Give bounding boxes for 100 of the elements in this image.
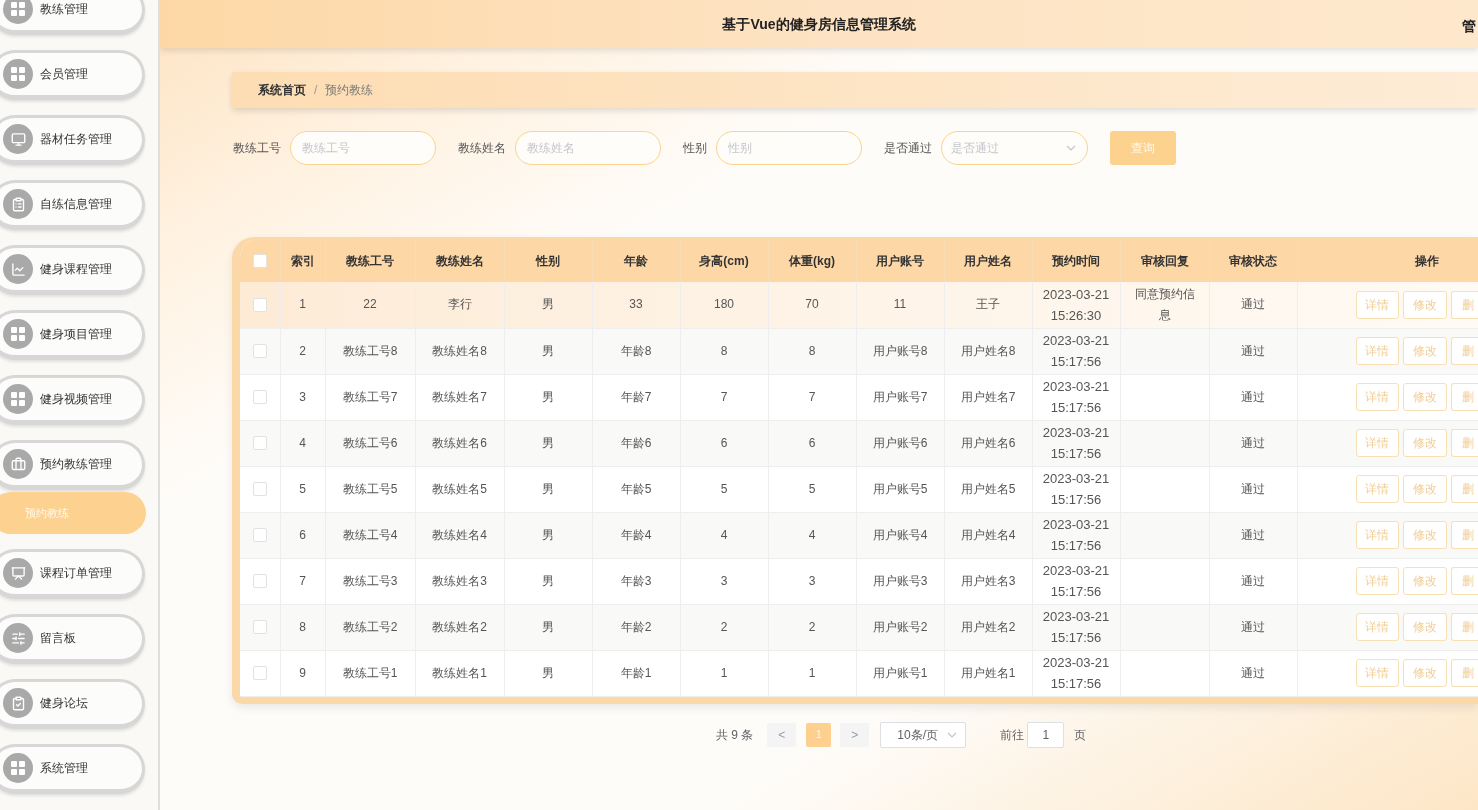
table-cell: 3 [768, 558, 856, 604]
sidebar-item[interactable]: 系统管理 [0, 744, 145, 794]
checkbox[interactable] [252, 390, 267, 404]
table-cell: 1 [280, 282, 325, 328]
action-button[interactable]: 详情 [1355, 475, 1400, 503]
action-button[interactable]: 删 [1451, 337, 1478, 365]
table-cell: 180 [680, 282, 768, 328]
sidebar-item[interactable]: 健身课程管理 [0, 245, 145, 295]
table-cell: 用户姓名8 [944, 328, 1032, 374]
action-button[interactable]: 修改 [1403, 521, 1448, 549]
checkbox[interactable] [252, 574, 267, 588]
table-cell: 教练姓名7 [415, 374, 504, 420]
field-label: 是否通过 [884, 140, 932, 157]
action-button[interactable]: 详情 [1355, 613, 1400, 641]
action-button[interactable]: 修改 [1403, 613, 1448, 641]
checkbox[interactable] [252, 528, 267, 542]
query-button[interactable]: 查询 [1110, 131, 1176, 165]
table-cell: 同意预约信息 [1120, 282, 1209, 328]
table-cell: 教练工号4 [325, 512, 415, 558]
table-cell: 通过 [1209, 420, 1297, 466]
action-button[interactable]: 详情 [1355, 383, 1400, 411]
account-label: 管 [1462, 17, 1476, 36]
table-cell: 5 [280, 466, 325, 512]
sidebar-item[interactable]: 预约教练管理 [0, 440, 145, 490]
breadcrumb-link[interactable]: 系统首页 [258, 81, 306, 99]
sliders-icon [3, 623, 33, 653]
action-button[interactable]: 修改 [1403, 337, 1448, 365]
chart-icon [3, 254, 33, 284]
chevron-down-icon [1066, 145, 1076, 151]
table-cell: 教练姓名5 [415, 466, 504, 512]
table-cell: 通过 [1209, 282, 1297, 328]
checkbox[interactable] [252, 344, 267, 358]
monitor-icon [3, 124, 33, 154]
table-cell: 教练工号5 [325, 466, 415, 512]
page-button[interactable]: 1 [806, 722, 832, 747]
action-button[interactable]: 修改 [1403, 567, 1448, 595]
action-button[interactable]: 删 [1451, 659, 1478, 687]
column-header: 性别 [504, 240, 592, 282]
table-cell: 2023-03-21 15:26:30 [1032, 282, 1120, 328]
table-cell: 用户姓名7 [944, 374, 1032, 420]
action-button[interactable]: 修改 [1403, 429, 1448, 457]
goto-label: 前往 [1000, 726, 1025, 744]
table-cell: 7 [768, 374, 856, 420]
action-button[interactable]: 详情 [1355, 290, 1400, 319]
table-cell: 11 [856, 282, 944, 328]
action-button[interactable]: 删 [1451, 429, 1478, 457]
checkbox[interactable] [252, 482, 267, 496]
page-input[interactable]: 1 [1027, 721, 1065, 748]
action-button[interactable]: 删 [1451, 567, 1478, 595]
sidebar-subitem[interactable]: 预约教练 [0, 492, 146, 534]
table-cell: 年龄4 [592, 512, 680, 558]
action-button[interactable]: 删 [1451, 475, 1478, 503]
table-cell: 5 [680, 466, 768, 512]
sidebar-item[interactable]: 自练信息管理 [0, 180, 145, 230]
table-cell: 9 [280, 650, 325, 696]
table-cell: 教练姓名4 [415, 512, 504, 558]
table-cell: 李行 [415, 282, 504, 328]
action-button[interactable]: 详情 [1355, 521, 1400, 549]
action-button[interactable]: 删 [1451, 521, 1478, 549]
table-cell: 年龄5 [592, 466, 680, 512]
action-button[interactable]: 删 [1451, 290, 1478, 319]
sidebar-item[interactable]: 健身项目管理 [0, 310, 145, 360]
checkbox[interactable] [252, 666, 267, 680]
action-button[interactable]: 修改 [1403, 475, 1448, 503]
table-cell: 教练姓名3 [415, 558, 504, 604]
sidebar-item[interactable]: 教练管理 [0, 0, 145, 35]
table-cell: 2 [768, 604, 856, 650]
table-cell: 通过 [1209, 328, 1297, 374]
action-button[interactable]: 删 [1451, 383, 1478, 411]
table-cell: 通过 [1209, 650, 1297, 696]
action-button[interactable]: 修改 [1403, 659, 1448, 687]
column-header: 教练工号 [325, 240, 415, 282]
table-cell: 教练姓名2 [415, 604, 504, 650]
action-button[interactable]: 详情 [1355, 429, 1400, 457]
grid-icon [3, 384, 33, 414]
checkbox[interactable] [252, 620, 267, 634]
action-button[interactable]: 详情 [1355, 659, 1400, 687]
table-cell: 用户账号1 [856, 650, 944, 696]
table-cell: 教练姓名1 [415, 650, 504, 696]
action-button[interactable]: 修改 [1403, 383, 1448, 411]
checkbox[interactable] [252, 254, 267, 268]
action-button[interactable]: 详情 [1355, 567, 1400, 595]
table-cell: 用户姓名6 [944, 420, 1032, 466]
sidebar-item[interactable]: 会员管理 [0, 50, 145, 100]
action-button[interactable]: 删 [1451, 613, 1478, 641]
sidebar-item[interactable]: 课程订单管理 [0, 549, 145, 599]
action-button[interactable]: 修改 [1403, 290, 1448, 319]
table-cell: 用户姓名3 [944, 558, 1032, 604]
table-cell: 男 [504, 466, 592, 512]
sidebar-item[interactable]: 健身视频管理 [0, 375, 145, 425]
checkbox[interactable] [252, 297, 267, 312]
table-cell: 2023-03-21 15:17:56 [1032, 558, 1120, 604]
column-header: 用户姓名 [944, 240, 1032, 282]
page-size-select[interactable]: 10条/页 [880, 721, 967, 748]
action-button[interactable]: 详情 [1355, 337, 1400, 365]
sidebar-item[interactable]: 器材任务管理 [0, 115, 145, 165]
column-header: 体重(kg) [768, 240, 856, 282]
sidebar-item[interactable]: 留言板 [0, 614, 145, 664]
sidebar-item[interactable]: 健身论坛 [0, 679, 145, 729]
checkbox[interactable] [252, 436, 267, 450]
